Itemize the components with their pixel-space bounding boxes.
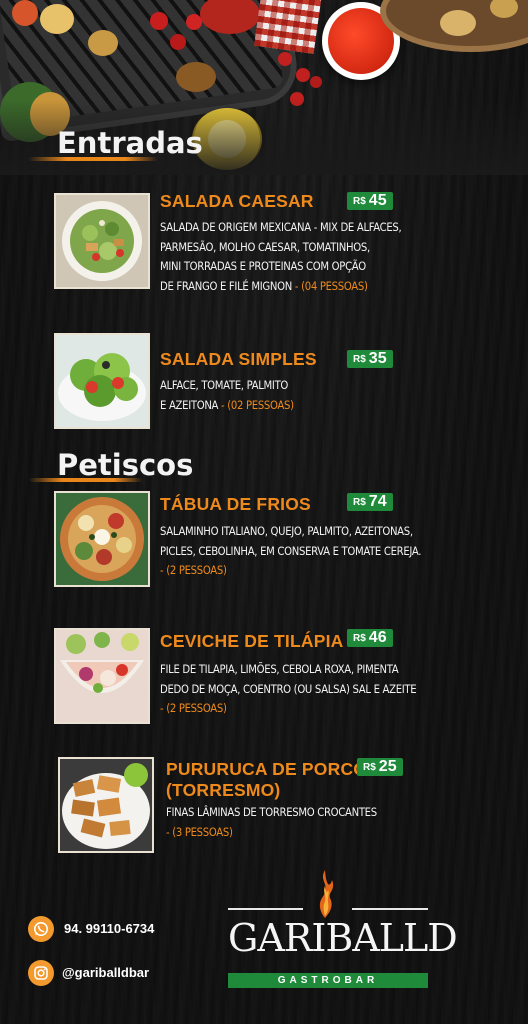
logo-line-right [352, 908, 428, 910]
price-value: 35 [368, 350, 387, 367]
currency-label: R$ [363, 762, 376, 773]
item-name: SALADA SIMPLES [160, 349, 317, 369]
ceviche-photo [54, 628, 150, 724]
item-description: SALAMINHO ITALIANO, QUEJO, PALMITO, AZEI… [160, 522, 421, 581]
desc-line: ALFACE, TOMATE, PALMITO [160, 379, 289, 392]
price-tag: R$ 74 [347, 493, 393, 511]
logo-line-left [228, 908, 303, 910]
item-description: ALFACE, TOMATE, PALMITO E AZEITONA - (02… [160, 376, 294, 415]
desc-line-text: DE FRANGO E FILÉ MIGNON [160, 279, 292, 293]
item-description: FINAS LÂMINAS DE TORRESMO CROCANTES - (3… [166, 803, 377, 842]
price-value: 74 [368, 493, 387, 510]
currency-label: R$ [353, 497, 366, 508]
item-name-line: (TORRESMO) [166, 780, 281, 800]
price-tag: R$ 35 [347, 350, 393, 368]
desc-line: MINI TORRADAS E PROTEINAS COM OPÇÃO [160, 260, 366, 273]
serving-size: - (3 PESSOAS) [166, 825, 233, 839]
salada-caesar-photo [54, 193, 150, 289]
checkered-cloth [254, 0, 322, 54]
serving-size: - (02 PESSOAS) [221, 398, 294, 412]
brand-name: GARIBALLD [228, 916, 458, 960]
item-name: TÁBUA DE FRIOS [160, 494, 311, 514]
instagram-handle: @gariballdbar [62, 965, 150, 980]
price-value: 45 [368, 192, 387, 209]
desc-line: PICLES, CEBOLINHA, EM CONSERVA E TOMATE … [160, 544, 422, 558]
section-title-entradas: Entradas [57, 126, 203, 160]
serving-size: - (04 PESSOAS) [294, 279, 368, 293]
serving-size: - (2 PESSOAS) [160, 702, 227, 715]
currency-label: R$ [353, 354, 366, 365]
price-value: 25 [378, 758, 397, 775]
desc-line: E AZEITONA - (02 PESSOAS) [160, 396, 294, 416]
price-tag: R$ 45 [347, 192, 393, 210]
currency-label: R$ [353, 196, 366, 207]
item-description: FILE DE TILAPIA, LIMÕES, CEBOLA ROXA, PI… [160, 660, 417, 719]
item-name: SALADA CAESAR [160, 191, 314, 211]
brand-tagline: GASTROBAR [228, 973, 428, 988]
salada-simples-photo [54, 333, 150, 429]
item-description: SALADA DE ORIGEM MEXICANA - MIX DE ALFAC… [160, 218, 402, 297]
desc-line-text: E AZEITONA [160, 398, 219, 412]
serving-size: - (2 PESSOAS) [160, 564, 227, 577]
price-value: 46 [368, 629, 387, 646]
desc-line: SALADA DE ORIGEM MEXICANA - MIX DE ALFAC… [160, 221, 402, 234]
section-underline [28, 478, 143, 482]
pururuca-photo [58, 757, 154, 853]
desc-line: SALAMINHO ITALIANO, QUEJO, PALMITO, AZEI… [160, 525, 413, 538]
instagram-icon [28, 960, 54, 986]
item-name: PURURUCA DE PORCO (TORRESMO) [166, 759, 367, 801]
price-tag: R$ 25 [357, 758, 403, 776]
whatsapp-icon [28, 916, 54, 942]
price-tag: R$ 46 [347, 629, 393, 647]
phone-number: 94. 99110-6734 [64, 921, 155, 936]
currency-label: R$ [353, 633, 366, 644]
desc-line: DE FRANGO E FILÉ MIGNON - (04 PESSOAS) [160, 277, 401, 297]
item-name: CEVICHE DE TILÁPIA [160, 631, 344, 651]
desc-line: FILE DE TILAPIA, LIMÕES, CEBOLA ROXA, PI… [160, 663, 399, 676]
section-underline [28, 157, 158, 161]
desc-line: PARMESÃO, MOLHO CAESAR, TOMATINHOS, [160, 240, 370, 254]
desc-line: FINAS LÂMINAS DE TORRESMO CROCANTES [166, 806, 377, 819]
section-title-petiscos: Petiscos [57, 448, 194, 482]
item-name-line: PURURUCA DE PORCO [166, 759, 368, 779]
tabua-de-frios-photo [54, 491, 150, 587]
desc-line: DEDO DE MOÇA, COENTRO (OU SALSA) SAL E A… [160, 682, 417, 696]
flame-icon [319, 870, 334, 918]
